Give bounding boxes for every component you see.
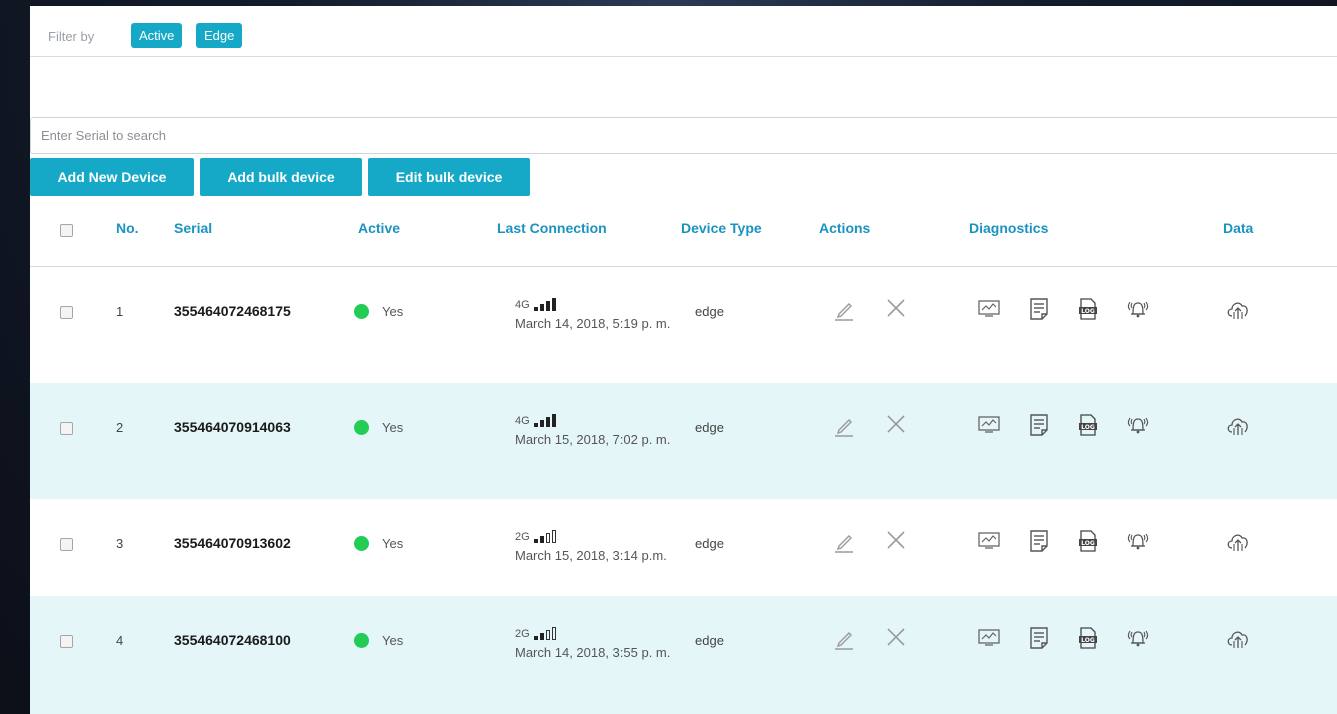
- row-active: Yes: [382, 536, 404, 551]
- row-checkbox[interactable]: [60, 635, 73, 648]
- row-serial: 355464070913602: [174, 535, 291, 551]
- filter-bar: Filter by Active Edge: [30, 6, 1337, 57]
- row-checkbox[interactable]: [60, 306, 73, 319]
- svg-text:LOG: LOG: [1081, 540, 1095, 547]
- table-row: 1 355464072468175 Yes 4G March 14, 2018, 5:1…: [30, 267, 1337, 383]
- edit-icon[interactable]: [831, 297, 857, 328]
- log-file-icon[interactable]: LOG: [1077, 297, 1099, 326]
- table-header: No. Serial Active Last Connection Device…: [30, 206, 1337, 267]
- report-icon[interactable]: [1028, 529, 1050, 558]
- row-device-type: edge: [695, 420, 724, 435]
- log-file-icon[interactable]: LOG: [1077, 413, 1099, 442]
- network-indicator: 2G: [515, 626, 558, 640]
- network-type: 4G: [515, 415, 530, 427]
- row-active: Yes: [382, 304, 404, 319]
- row-number: 1: [116, 304, 124, 319]
- row-last-connection: March 14, 2018, 5:19 p. m.: [515, 316, 671, 331]
- report-icon[interactable]: [1028, 626, 1050, 655]
- row-last-connection: March 15, 2018, 7:02 p. m.: [515, 432, 671, 447]
- row-checkbox[interactable]: [60, 538, 73, 551]
- chart-monitor-icon[interactable]: [977, 626, 1001, 653]
- header-no[interactable]: No.: [116, 220, 139, 236]
- edit-icon[interactable]: [831, 626, 857, 657]
- table-row: 2 355464070914063 Yes 4G March 15, 2018, 7:0…: [30, 383, 1337, 499]
- row-serial: 355464072468175: [174, 303, 291, 319]
- signal-strength-icon: [530, 414, 558, 427]
- table-row: 3 355464070913602 Yes 2G March 15, 2018, 3:1…: [30, 499, 1337, 596]
- row-device-type: edge: [695, 633, 724, 648]
- header-last-connection[interactable]: Last Connection: [497, 220, 607, 236]
- active-status-dot: [354, 633, 369, 648]
- header-actions: Actions: [819, 220, 871, 236]
- alarm-bell-icon[interactable]: [1125, 626, 1151, 655]
- row-last-connection: March 15, 2018, 3:14 p.m.: [515, 548, 667, 563]
- active-status-dot: [354, 420, 369, 435]
- signal-strength-icon: [530, 627, 558, 640]
- row-device-type: edge: [695, 304, 724, 319]
- device-panel: Filter by Active Edge Add New Device Add…: [30, 6, 1337, 714]
- report-icon[interactable]: [1028, 413, 1050, 442]
- delete-icon[interactable]: [885, 529, 907, 556]
- chart-monitor-icon[interactable]: [977, 529, 1001, 556]
- row-serial: 355464070914063: [174, 419, 291, 435]
- network-type: 2G: [515, 628, 530, 640]
- svg-text:LOG: LOG: [1081, 308, 1095, 315]
- filter-chip-edge[interactable]: Edge: [196, 23, 243, 48]
- row-serial: 355464072468100: [174, 632, 291, 648]
- edit-bulk-device-button[interactable]: Edit bulk device: [368, 158, 530, 196]
- cloud-upload-icon[interactable]: [1224, 297, 1252, 328]
- alarm-bell-icon[interactable]: [1125, 413, 1151, 442]
- row-last-connection: March 14, 2018, 3:55 p. m.: [515, 645, 671, 660]
- add-new-device-button[interactable]: Add New Device: [30, 158, 194, 196]
- row-checkbox[interactable]: [60, 422, 73, 435]
- alarm-bell-icon[interactable]: [1125, 297, 1151, 326]
- network-indicator: 4G: [515, 413, 558, 427]
- log-file-icon[interactable]: LOG: [1077, 529, 1099, 558]
- delete-icon[interactable]: [885, 626, 907, 653]
- row-number: 3: [116, 536, 124, 551]
- network-type: 4G: [515, 299, 530, 311]
- edit-icon[interactable]: [831, 413, 857, 444]
- cloud-upload-icon[interactable]: [1224, 529, 1252, 560]
- row-number: 4: [116, 633, 124, 648]
- cloud-upload-icon[interactable]: [1224, 626, 1252, 657]
- edit-icon[interactable]: [831, 529, 857, 560]
- report-icon[interactable]: [1028, 297, 1050, 326]
- serial-search-input[interactable]: [30, 117, 1337, 154]
- active-status-dot: [354, 536, 369, 551]
- svg-text:LOG: LOG: [1081, 637, 1095, 644]
- table-row: 4 355464072468100 Yes 2G March 14, 2018, 3:5…: [30, 596, 1337, 714]
- log-file-icon[interactable]: LOG: [1077, 626, 1099, 655]
- signal-strength-icon: [530, 298, 558, 311]
- header-diagnostics: Diagnostics: [969, 220, 1049, 236]
- header-serial[interactable]: Serial: [174, 220, 212, 236]
- header-data: Data: [1223, 220, 1254, 236]
- network-indicator: 4G: [515, 297, 558, 311]
- add-bulk-device-button[interactable]: Add bulk device: [200, 158, 362, 196]
- header-active[interactable]: Active: [358, 220, 400, 236]
- row-active: Yes: [382, 420, 404, 435]
- select-all-checkbox[interactable]: [60, 224, 73, 237]
- filter-label: Filter by: [48, 29, 95, 44]
- network-type: 2G: [515, 531, 530, 543]
- delete-icon[interactable]: [885, 297, 907, 324]
- network-indicator: 2G: [515, 529, 558, 543]
- signal-strength-icon: [530, 530, 558, 543]
- row-device-type: edge: [695, 536, 724, 551]
- active-status-dot: [354, 304, 369, 319]
- delete-icon[interactable]: [885, 413, 907, 440]
- svg-text:LOG: LOG: [1081, 424, 1095, 431]
- filter-chip-active[interactable]: Active: [131, 23, 183, 48]
- cloud-upload-icon[interactable]: [1224, 413, 1252, 444]
- header-device-type[interactable]: Device Type: [681, 220, 762, 236]
- chart-monitor-icon[interactable]: [977, 297, 1001, 324]
- row-active: Yes: [382, 633, 404, 648]
- alarm-bell-icon[interactable]: [1125, 529, 1151, 558]
- chart-monitor-icon[interactable]: [977, 413, 1001, 440]
- row-number: 2: [116, 420, 124, 435]
